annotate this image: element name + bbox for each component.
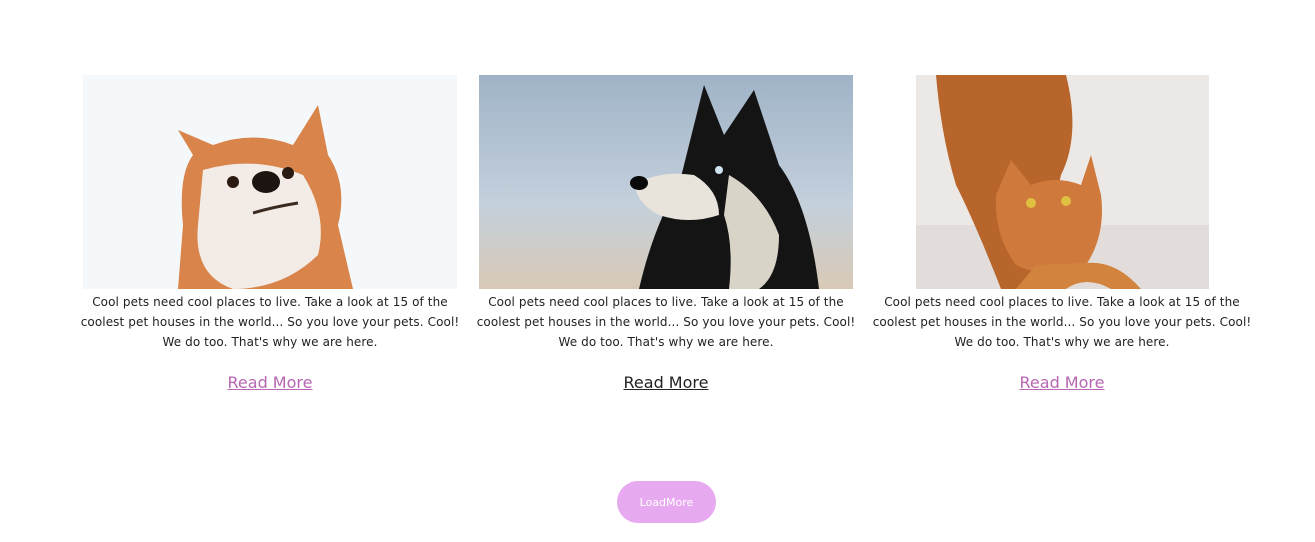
orange-cat-photo xyxy=(915,75,1209,289)
pet-card-3: Cool pets need cool places to live. Take… xyxy=(872,75,1252,392)
husky-dog-photo xyxy=(479,75,853,289)
card-description: Cool pets need cool places to live. Take… xyxy=(476,295,856,349)
pet-card-1: Cool pets need cool places to live. Take… xyxy=(80,75,460,392)
pet-card-2: Cool pets need cool places to live. Take… xyxy=(476,75,856,392)
card-description: Cool pets need cool places to live. Take… xyxy=(872,295,1252,349)
load-more-button[interactable]: LoadMore xyxy=(617,481,716,523)
read-more-link[interactable]: Read More xyxy=(80,373,460,392)
akita-dog-photo xyxy=(83,75,457,289)
read-more-link[interactable]: Read More xyxy=(872,373,1252,392)
card-description: Cool pets need cool places to live. Take… xyxy=(80,295,460,349)
read-more-link[interactable]: Read More xyxy=(476,373,856,392)
